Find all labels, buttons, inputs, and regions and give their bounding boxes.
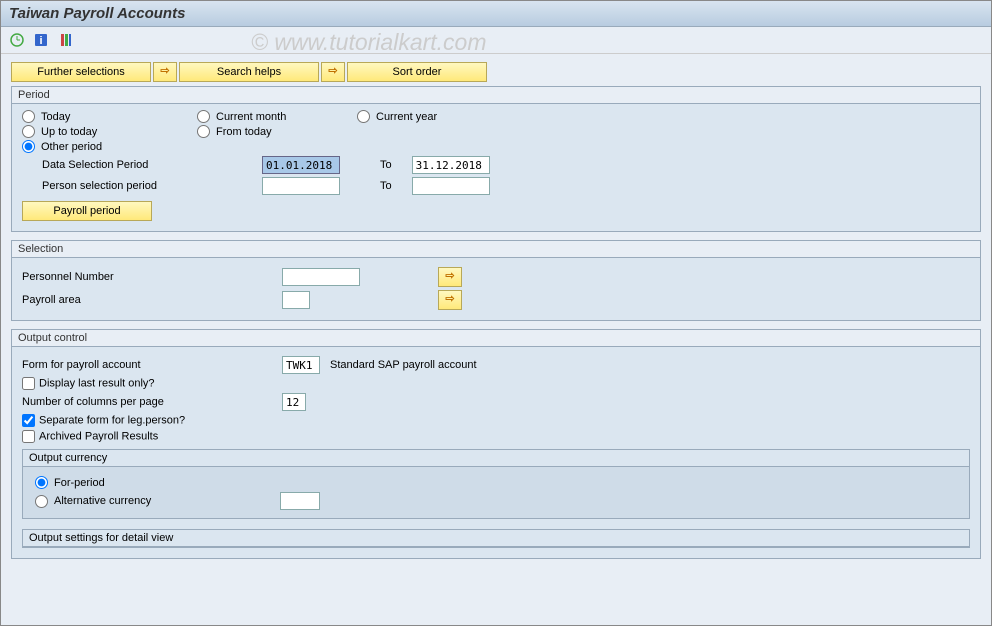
arrow-icon-1[interactable]: ⇨ (153, 62, 177, 82)
page-title: Taiwan Payroll Accounts (9, 5, 185, 22)
radio-alt-currency[interactable]: Alternative currency (35, 495, 280, 508)
separate-form-checkbox[interactable]: Separate form for leg.person? (22, 414, 185, 427)
radio-from-today[interactable]: From today (197, 125, 272, 138)
variant-icon[interactable] (58, 32, 74, 48)
output-currency-group: Output currency For-period Alternative c… (22, 449, 970, 519)
period-group-title: Period (12, 87, 980, 104)
radio-up-to-today[interactable]: Up to today (22, 125, 197, 138)
payroll-area-label: Payroll area (22, 294, 282, 306)
display-last-result-checkbox[interactable]: Display last result only? (22, 377, 155, 390)
svg-text:i: i (40, 35, 43, 47)
personnel-number-label: Personnel Number (22, 271, 282, 283)
further-selections-button[interactable]: Further selections (11, 62, 151, 82)
to-label-2: To (380, 180, 392, 192)
payroll-period-button[interactable]: Payroll period (22, 201, 152, 221)
app-window: Taiwan Payroll Accounts © www.tutorialka… (0, 0, 992, 626)
data-selection-to-input[interactable] (412, 156, 490, 174)
radio-today[interactable]: Today (22, 110, 197, 123)
output-currency-title: Output currency (23, 450, 969, 467)
title-bar: Taiwan Payroll Accounts (1, 1, 991, 27)
payroll-area-input[interactable] (282, 291, 310, 309)
radio-current-month[interactable]: Current month (197, 110, 357, 123)
num-cols-input[interactable] (282, 393, 306, 411)
info-icon[interactable]: i (33, 32, 49, 48)
person-selection-from-input[interactable] (262, 177, 340, 195)
personnel-number-input[interactable] (282, 268, 360, 286)
output-control-title: Output control (12, 330, 980, 347)
radio-current-year[interactable]: Current year (357, 110, 437, 123)
radio-for-period[interactable]: For-period (35, 476, 105, 489)
selection-group-title: Selection (12, 241, 980, 258)
top-toolbar: i (1, 27, 991, 54)
search-helps-button[interactable]: Search helps (179, 62, 319, 82)
radio-other-period[interactable]: Other period (22, 140, 102, 153)
selection-toolbar: Further selections ⇨ Search helps ⇨ Sort… (11, 62, 981, 82)
payroll-area-multi-icon[interactable]: ⇨ (438, 290, 462, 310)
data-selection-period-label: Data Selection Period (22, 159, 262, 171)
arrow-icon-2[interactable]: ⇨ (321, 62, 345, 82)
output-settings-detail-group: Output settings for detail view (22, 529, 970, 548)
content-area: Further selections ⇨ Search helps ⇨ Sort… (1, 54, 991, 575)
form-for-payroll-account-label: Form for payroll account (22, 359, 282, 371)
output-control-group: Output control Form for payroll account … (11, 329, 981, 559)
data-selection-from-input[interactable] (262, 156, 340, 174)
person-selection-period-label: Person selection period (22, 180, 262, 192)
form-for-payroll-account-input[interactable] (282, 356, 320, 374)
personnel-number-multi-icon[interactable]: ⇨ (438, 267, 462, 287)
execute-icon[interactable] (9, 32, 25, 48)
num-cols-label: Number of columns per page (22, 396, 282, 408)
selection-group: Selection Personnel Number ⇨ Payroll are… (11, 240, 981, 321)
period-group: Period Today Current month Current year … (11, 86, 981, 232)
sort-order-button[interactable]: Sort order (347, 62, 487, 82)
archived-payroll-checkbox[interactable]: Archived Payroll Results (22, 430, 158, 443)
alt-currency-input[interactable] (280, 492, 320, 510)
person-selection-to-input[interactable] (412, 177, 490, 195)
output-settings-detail-title: Output settings for detail view (23, 530, 969, 547)
to-label-1: To (380, 159, 392, 171)
form-desc-label: Standard SAP payroll account (330, 359, 477, 371)
